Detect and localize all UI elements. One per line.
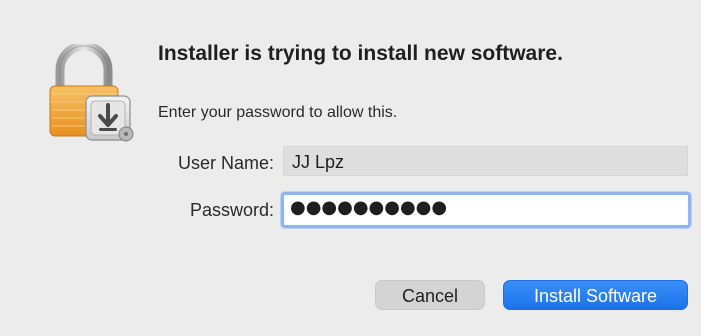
install-software-button[interactable]: Install Software bbox=[503, 280, 688, 310]
lock-with-installer-icon bbox=[44, 41, 136, 144]
authentication-dialog: Installer is trying to install new softw… bbox=[0, 0, 701, 336]
dialog-title: Installer is trying to install new softw… bbox=[158, 42, 563, 65]
password-label: Password: bbox=[189, 200, 274, 220]
cancel-button[interactable]: Cancel bbox=[375, 280, 485, 310]
dialog-message: Enter your password to allow this. bbox=[158, 104, 398, 121]
user-name-field[interactable]: JJ Lpz bbox=[283, 146, 688, 176]
password-field[interactable]: ●●●●●●●●●● bbox=[281, 192, 691, 228]
user-name-label: User Name: bbox=[177, 153, 274, 173]
